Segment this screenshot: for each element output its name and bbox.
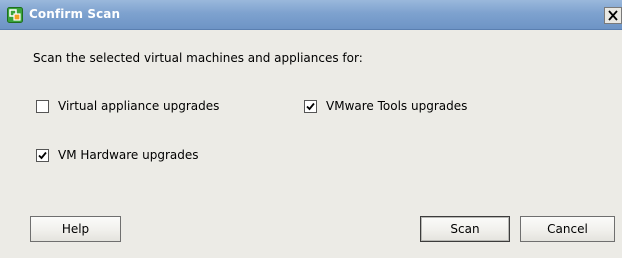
confirm-scan-dialog: Confirm Scan Scan the selected virtual m… <box>0 0 622 258</box>
virtual-appliance-upgrades-option[interactable]: Virtual appliance upgrades <box>36 99 219 113</box>
scan-prompt: Scan the selected virtual machines and a… <box>33 51 363 65</box>
help-button[interactable]: Help <box>30 216 121 242</box>
virtual-appliance-upgrades-label: Virtual appliance upgrades <box>58 99 220 113</box>
vsphere-logo-icon <box>7 7 23 23</box>
vmware-tools-upgrades-checkbox[interactable] <box>304 99 317 113</box>
cancel-button[interactable]: Cancel <box>520 216 615 242</box>
scan-button[interactable]: Scan <box>420 216 510 242</box>
checkmark-icon <box>38 151 47 159</box>
window-title: Confirm Scan <box>29 7 121 21</box>
vmware-tools-upgrades-label: VMware Tools upgrades <box>326 99 468 113</box>
checkmark-icon <box>306 102 315 110</box>
vm-hardware-upgrades-label: VM Hardware upgrades <box>58 148 199 162</box>
virtual-appliance-upgrades-checkbox[interactable] <box>36 99 49 113</box>
vm-hardware-upgrades-checkbox[interactable] <box>36 148 49 162</box>
vm-hardware-upgrades-option[interactable]: VM Hardware upgrades <box>36 148 199 162</box>
close-icon <box>608 10 618 21</box>
close-button[interactable] <box>604 7 622 24</box>
title-bar[interactable]: Confirm Scan <box>0 0 622 30</box>
vmware-tools-upgrades-option[interactable]: VMware Tools upgrades <box>304 99 467 113</box>
